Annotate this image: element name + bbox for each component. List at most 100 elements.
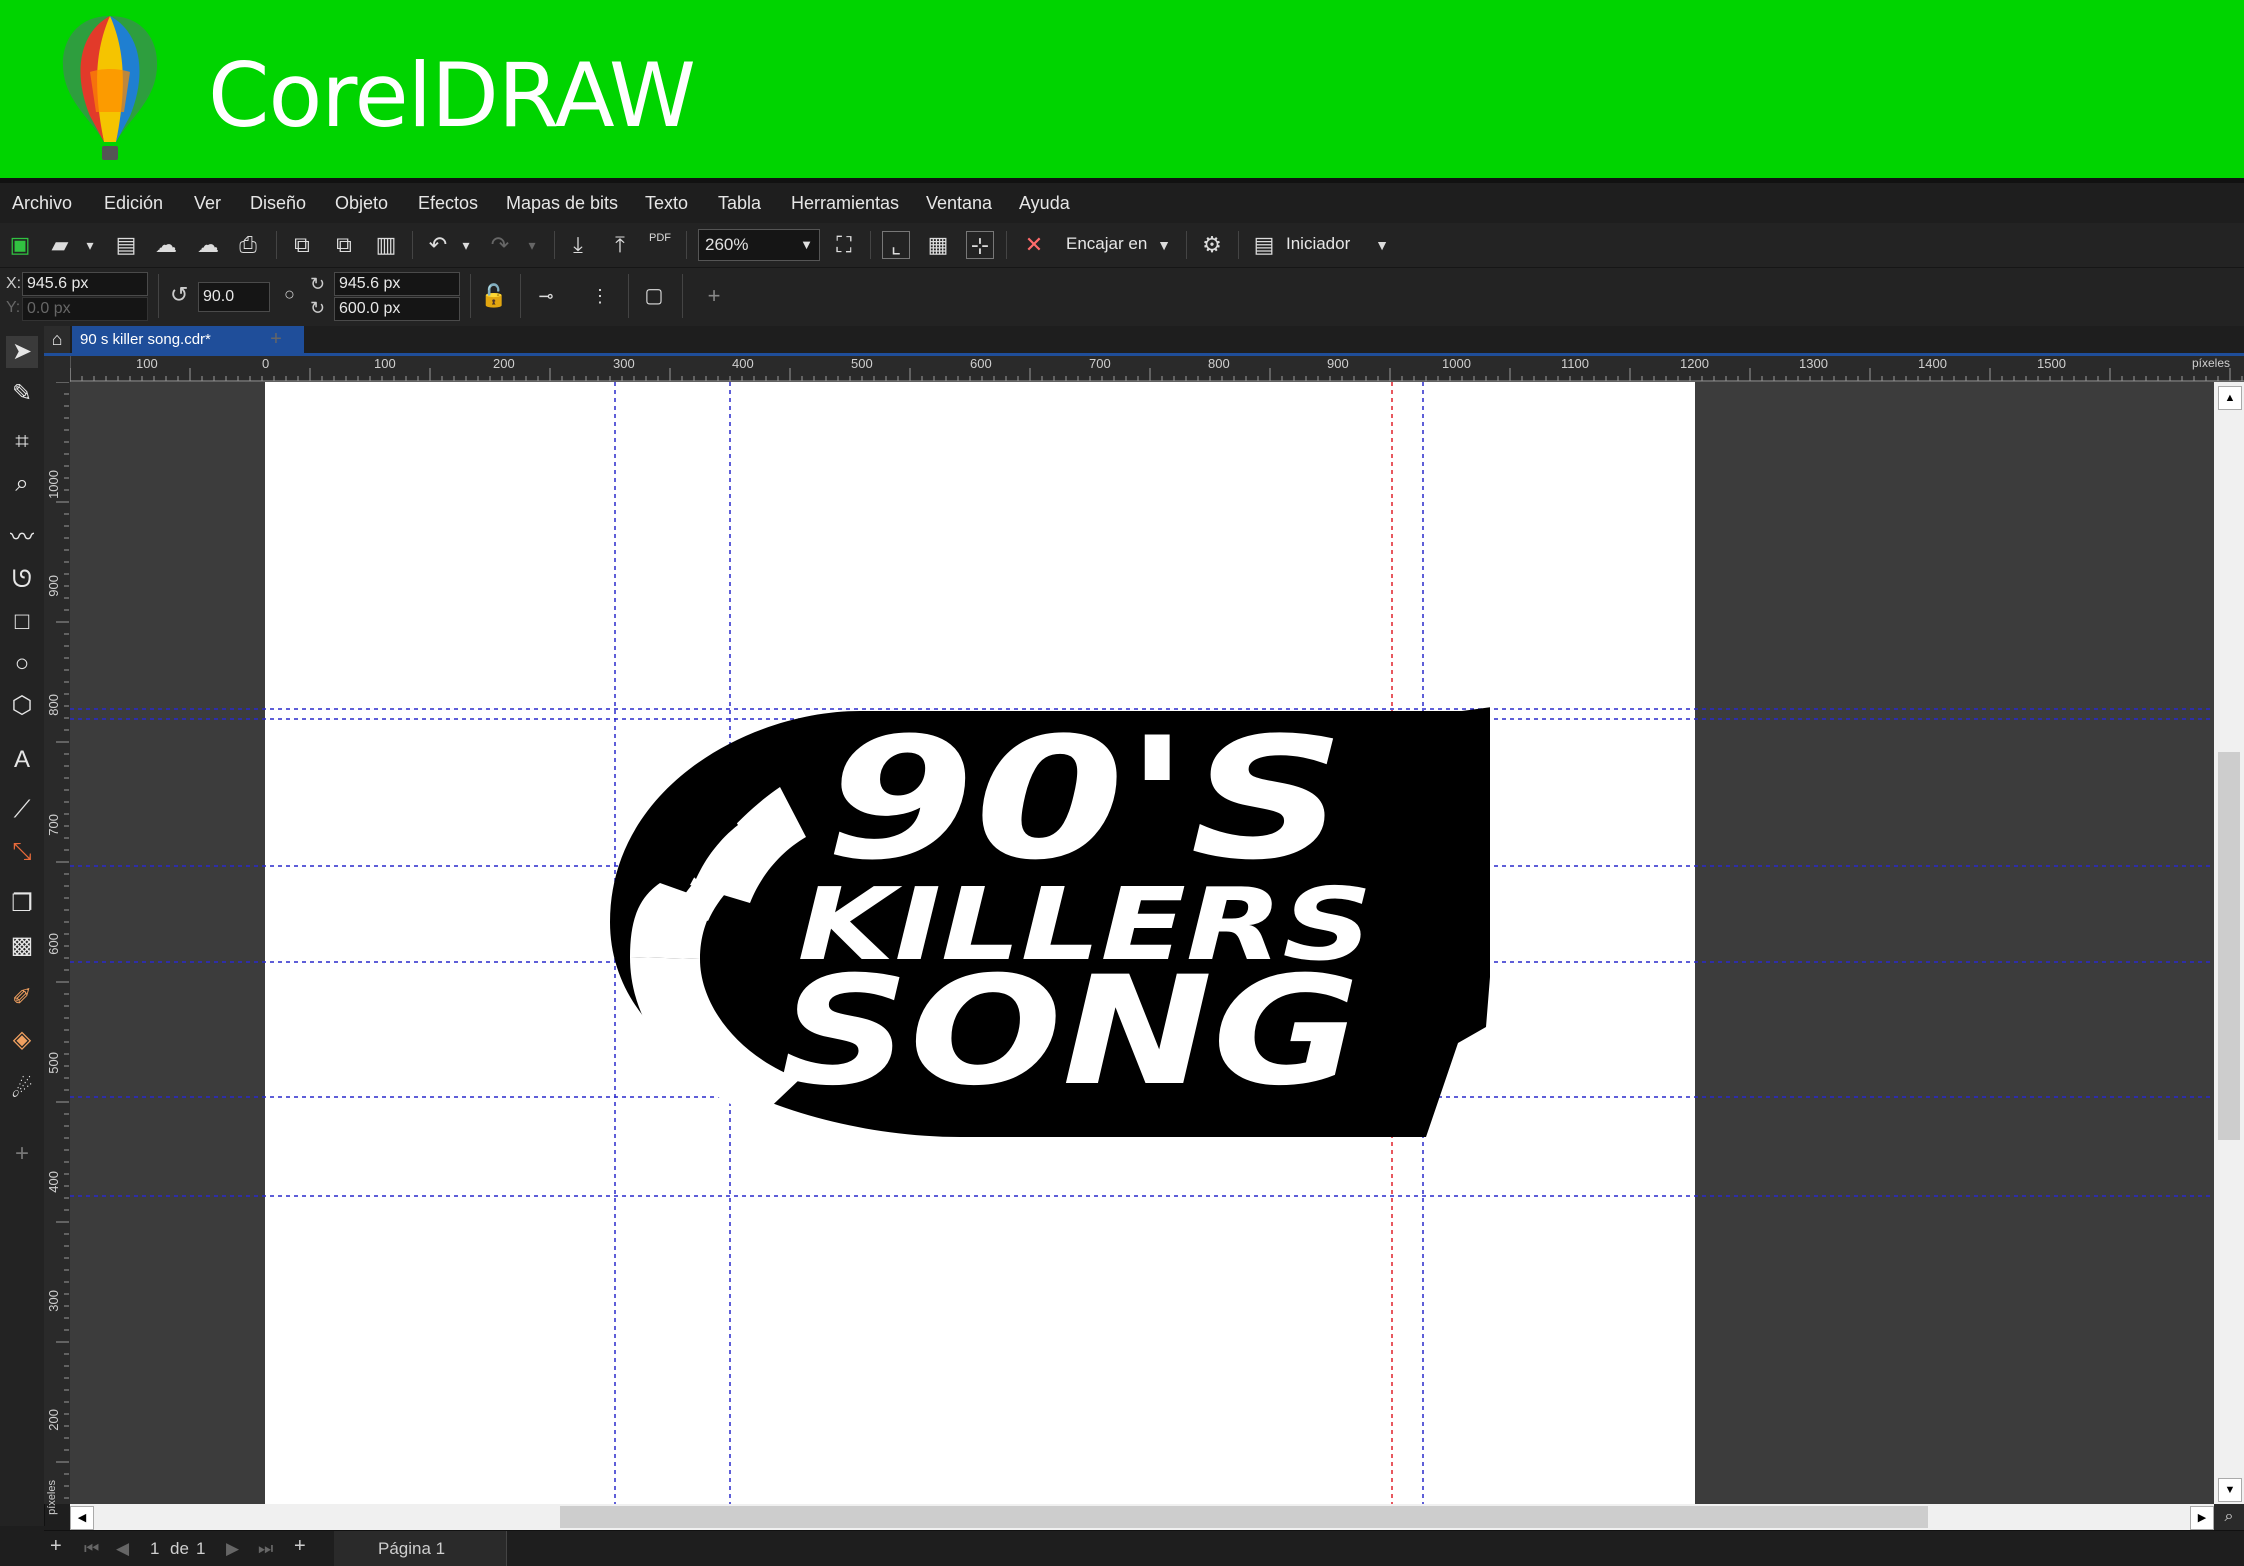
vertical-scroll-thumb[interactable] bbox=[2218, 752, 2240, 1140]
lock-ratio-icon[interactable]: 🔓 bbox=[480, 282, 508, 310]
artistic-media-tool-icon[interactable]: ᘎ bbox=[6, 564, 38, 596]
shape-tool-icon[interactable]: ✎ bbox=[6, 378, 38, 410]
freehand-tool-icon[interactable]: 〰 bbox=[6, 522, 38, 554]
paste-icon[interactable]: ▥ bbox=[372, 231, 400, 259]
menu-texto[interactable]: Texto bbox=[645, 193, 688, 214]
artwork-logo[interactable]: 90'S KILLERS SONG bbox=[610, 707, 1490, 1139]
crop-tool-icon[interactable]: ⌗ bbox=[6, 426, 38, 458]
rectangle-tool-icon[interactable]: □ bbox=[6, 606, 38, 638]
connector-tool-icon[interactable]: ⤡ bbox=[6, 836, 38, 868]
cloud-download-icon[interactable]: ☁ bbox=[152, 231, 180, 259]
horizontal-scroll-thumb[interactable] bbox=[560, 1506, 1928, 1528]
guide-options-icon[interactable]: ▢ bbox=[640, 282, 668, 310]
add-page-after-icon[interactable]: + bbox=[294, 1535, 306, 1558]
ruler-origin[interactable] bbox=[44, 356, 71, 382]
publish-pdf-icon[interactable]: PDF bbox=[646, 231, 674, 259]
print-icon[interactable]: ⎙ bbox=[234, 231, 262, 259]
guide-lock-icon[interactable]: ⋮ bbox=[586, 282, 614, 310]
open-dropdown-icon[interactable]: ▾ bbox=[76, 231, 104, 259]
export-icon[interactable]: ⤒ bbox=[606, 231, 634, 259]
redo-dropdown-icon[interactable]: ▾ bbox=[518, 231, 546, 259]
drawing-desktop[interactable]: 90'S KILLERS SONG bbox=[70, 382, 2214, 1504]
add-page-before-icon[interactable]: + bbox=[50, 1535, 62, 1558]
next-page-icon[interactable]: ▶ bbox=[226, 1539, 239, 1559]
toolbar-separator bbox=[1186, 231, 1187, 259]
coreldraw-balloon-logo bbox=[62, 16, 158, 160]
vertical-ruler[interactable]: 1000 900 800 700 600 500 400 300 200 píx… bbox=[44, 382, 71, 1515]
transparency-tool-icon[interactable]: ▩ bbox=[6, 930, 38, 962]
snap-off-icon[interactable]: ✕ bbox=[1020, 231, 1048, 259]
h-ruler-label: 1500 bbox=[2037, 356, 2066, 371]
redo-icon[interactable]: ↷ bbox=[486, 231, 514, 259]
scroll-right-icon[interactable]: ▶ bbox=[2190, 1506, 2214, 1530]
vertical-scrollbar[interactable]: ▲ ▼ bbox=[2214, 382, 2244, 1504]
undo-icon[interactable]: ↶ bbox=[424, 231, 452, 259]
menu-tabla[interactable]: Tabla bbox=[718, 193, 761, 214]
new-document-icon[interactable]: ▣ bbox=[6, 231, 34, 259]
cut-icon[interactable]: ⧉ bbox=[288, 231, 316, 259]
cloud-upload-icon[interactable]: ☁ bbox=[194, 231, 222, 259]
smart-fill-tool-icon[interactable]: ☄ bbox=[6, 1074, 38, 1106]
x-position-field[interactable]: 945.6 px bbox=[22, 272, 148, 296]
zoom-level-combo[interactable]: 260% ▼ bbox=[698, 229, 820, 261]
rotation-angle-field[interactable]: 90.0 bbox=[198, 282, 270, 312]
guide-anchor-icon[interactable]: ⊸ bbox=[532, 282, 560, 310]
scroll-up-icon[interactable]: ▲ bbox=[2218, 386, 2242, 410]
zoom-to-page-icon[interactable]: ⛶ bbox=[830, 231, 858, 259]
horizontal-scrollbar[interactable]: ◀ ▶ bbox=[70, 1504, 2214, 1530]
show-grid-icon[interactable]: ▦ bbox=[924, 231, 952, 259]
parallel-dimension-tool-icon[interactable]: ⟋ bbox=[6, 794, 38, 826]
v-ruler-label: 600 bbox=[46, 933, 61, 955]
new-tab-icon[interactable]: + bbox=[264, 326, 288, 353]
page-tab[interactable]: Página 1 bbox=[334, 1531, 507, 1566]
show-rulers-icon[interactable]: ⌞ bbox=[882, 231, 910, 259]
open-folder-icon[interactable]: ▰ bbox=[46, 231, 74, 259]
launcher-icon[interactable]: ▤ bbox=[1250, 231, 1278, 259]
menu-mapas-de-bits[interactable]: Mapas de bits bbox=[506, 193, 618, 214]
launcher-label[interactable]: Iniciador bbox=[1286, 234, 1350, 254]
options-gear-icon[interactable]: ⚙ bbox=[1198, 231, 1226, 259]
last-page-icon[interactable]: ⏭ bbox=[258, 1539, 273, 1559]
import-icon[interactable]: ⤓ bbox=[564, 231, 592, 259]
zoom-navigator-icon[interactable]: ⌕ bbox=[2214, 1504, 2244, 1530]
add-tool-icon[interactable]: + bbox=[6, 1138, 38, 1170]
snap-to-label[interactable]: Encajar en bbox=[1066, 234, 1147, 254]
menu-ventana[interactable]: Ventana bbox=[926, 193, 992, 214]
menu-objeto[interactable]: Objeto bbox=[335, 193, 388, 214]
text-tool-icon[interactable]: A bbox=[6, 744, 38, 776]
ruler-unit-label: píxeles bbox=[2192, 356, 2231, 370]
menu-herramientas[interactable]: Herramientas bbox=[791, 193, 899, 214]
polygon-tool-icon[interactable]: ⬡ bbox=[6, 690, 38, 722]
menu-ayuda[interactable]: Ayuda bbox=[1019, 193, 1070, 214]
copy-icon[interactable]: ⧉ bbox=[330, 231, 358, 259]
menu-edicion[interactable]: Edición bbox=[104, 193, 163, 214]
pick-tool-icon[interactable]: ➤ bbox=[6, 336, 38, 368]
welcome-home-icon[interactable]: ⌂ bbox=[44, 326, 70, 353]
horizontal-ruler[interactable]: 100 0 100 200 300 400 500 600 700 800 90… bbox=[44, 356, 2244, 383]
interactive-fill-tool-icon[interactable]: ◈ bbox=[6, 1024, 38, 1056]
v-ruler-unit-label: píxeles bbox=[46, 1480, 58, 1515]
add-property-icon[interactable]: + bbox=[700, 282, 728, 310]
first-page-icon[interactable]: ⏮ bbox=[84, 1539, 99, 1559]
h-ruler-label: 100 bbox=[374, 356, 396, 371]
menu-archivo[interactable]: Archivo bbox=[12, 193, 72, 214]
eyedropper-tool-icon[interactable]: ✐ bbox=[6, 982, 38, 1014]
menu-efectos[interactable]: Efectos bbox=[418, 193, 478, 214]
y-position-field[interactable]: 0.0 px bbox=[22, 297, 148, 321]
scroll-left-icon[interactable]: ◀ bbox=[70, 1506, 94, 1530]
width-field[interactable]: 945.6 px bbox=[334, 272, 460, 296]
drop-shadow-tool-icon[interactable]: ❐ bbox=[6, 888, 38, 920]
ellipse-tool-icon[interactable]: ○ bbox=[6, 648, 38, 680]
menu-ver[interactable]: Ver bbox=[194, 193, 221, 214]
previous-page-icon[interactable]: ◀ bbox=[116, 1539, 129, 1559]
zoom-dropdown-icon[interactable]: ▼ bbox=[800, 230, 813, 260]
launcher-dropdown-icon[interactable]: ▼ bbox=[1368, 231, 1396, 259]
menu-diseno[interactable]: Diseño bbox=[250, 193, 306, 214]
scroll-down-icon[interactable]: ▼ bbox=[2218, 1478, 2242, 1502]
zoom-tool-icon[interactable]: ⌕ bbox=[6, 468, 38, 500]
save-icon[interactable]: ▤ bbox=[112, 231, 140, 259]
snap-dropdown-icon[interactable]: ▼ bbox=[1150, 231, 1178, 259]
undo-dropdown-icon[interactable]: ▾ bbox=[452, 231, 480, 259]
show-guidelines-icon[interactable]: ⊹ bbox=[966, 231, 994, 259]
height-field[interactable]: 600.0 px bbox=[334, 297, 460, 321]
